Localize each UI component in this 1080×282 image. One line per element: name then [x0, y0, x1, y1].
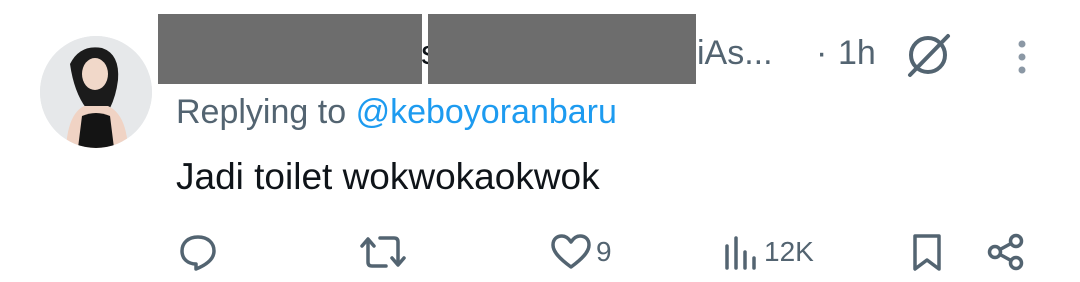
no-entry-circle-icon[interactable] — [902, 32, 954, 78]
tweet-text: Jadi toilet wokwokaokwok — [176, 156, 600, 197]
like-button[interactable]: 9 — [550, 232, 612, 272]
bookmark-button[interactable] — [910, 232, 944, 272]
view-count: 12K — [764, 236, 814, 267]
reply-button[interactable] — [178, 232, 218, 272]
bar-chart-icon — [725, 236, 756, 270]
time-separator: · — [816, 34, 828, 72]
redacted-author-name — [158, 14, 422, 84]
more-options-icon[interactable] — [1014, 40, 1030, 76]
heart-icon — [551, 234, 591, 269]
avatar-image — [40, 36, 152, 148]
redacted-author-handle — [428, 14, 696, 84]
replying-to-handle[interactable]: @keboyoranbaru — [356, 93, 617, 131]
retweet-icon — [360, 236, 406, 268]
replying-to-label: Replying to — [176, 93, 347, 131]
comment-icon — [180, 235, 216, 271]
replying-to-line: Replying to @keboyoranbaru — [176, 93, 617, 132]
like-count: 9 — [596, 236, 612, 267]
share-button[interactable] — [986, 232, 1026, 272]
views-button[interactable]: 12K — [722, 232, 814, 272]
retweet-button[interactable] — [360, 232, 406, 272]
author-handle-fragment: iAs... — [697, 34, 773, 72]
bookmark-icon — [913, 234, 941, 271]
share-icon — [987, 233, 1024, 271]
timestamp[interactable]: 1h — [838, 34, 876, 73]
avatar[interactable] — [40, 36, 152, 148]
